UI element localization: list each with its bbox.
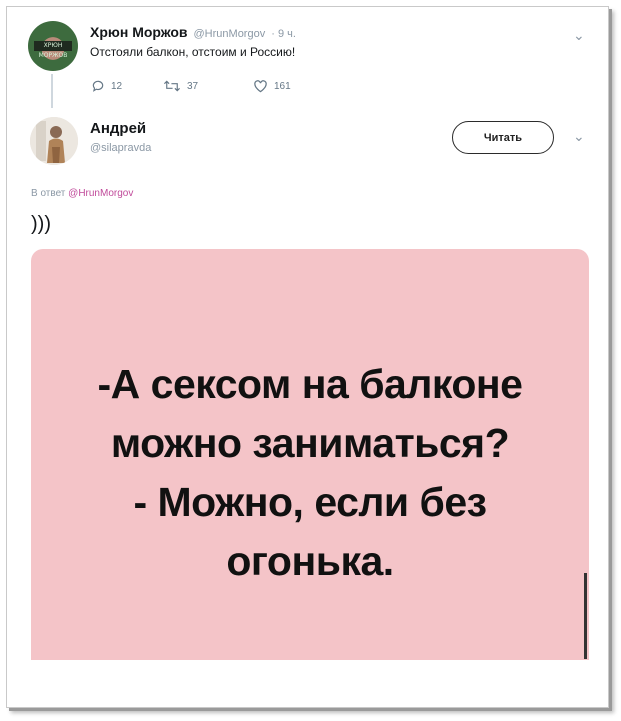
media-caption: -А сексом на балконе можно заниматься? -… <box>31 355 589 591</box>
reply-author-name[interactable]: Андрей <box>90 120 146 137</box>
reply-author-handle[interactable]: @silapravda <box>90 142 151 154</box>
reply-text: ))) <box>31 213 51 235</box>
avatar-hrunmorgov[interactable]: ХРЮН МОРЖОВ <box>28 21 78 71</box>
reply-to-prefix: В ответ <box>31 188 66 199</box>
reply-to-line: В ответ @HrunMorgov <box>31 188 133 199</box>
media-line: можно заниматься? <box>110 420 510 466</box>
scrollbar[interactable] <box>584 573 587 659</box>
like-count: 161 <box>274 80 291 92</box>
reply-action[interactable]: 12 <box>91 79 122 93</box>
avatar-silapravda[interactable] <box>30 117 78 165</box>
media-line: огонька. <box>226 538 394 584</box>
media-line: - Можно, если без <box>133 479 487 525</box>
thread-connector-line <box>51 74 53 108</box>
author-handle[interactable]: @HrunMorgov <box>194 28 266 40</box>
like-action[interactable]: 161 <box>253 79 291 93</box>
avatar-label-image: ХРЮН МОРЖОВ <box>34 41 72 59</box>
media-line: -А сексом на балконе <box>97 361 523 407</box>
tweet-time[interactable]: · 9 ч. <box>271 28 296 40</box>
reply-icon <box>92 80 104 92</box>
tweet-text: Отстояли балкон, отстоим и Россию! <box>90 45 296 59</box>
author-name[interactable]: Хрюн Моржов <box>90 24 188 40</box>
reply-count: 12 <box>111 80 123 92</box>
retweet-icon <box>164 80 180 92</box>
chevron-down-icon[interactable]: ⌄ <box>573 27 585 44</box>
avatar-silapravda-image <box>30 117 78 165</box>
heart-icon <box>254 80 267 93</box>
reply-to-handle-link[interactable]: @HrunMorgov <box>68 188 133 199</box>
tweet-header: Хрюн Моржов @HrunMorgov · 9 ч. <box>90 24 296 40</box>
retweet-count: 37 <box>187 80 199 92</box>
retweet-action[interactable]: 37 <box>163 79 198 93</box>
follow-button[interactable]: Читать <box>452 121 554 154</box>
media-image[interactable]: -А сексом на балконе можно заниматься? -… <box>31 249 589 660</box>
chevron-down-icon[interactable]: ⌄ <box>573 128 585 145</box>
